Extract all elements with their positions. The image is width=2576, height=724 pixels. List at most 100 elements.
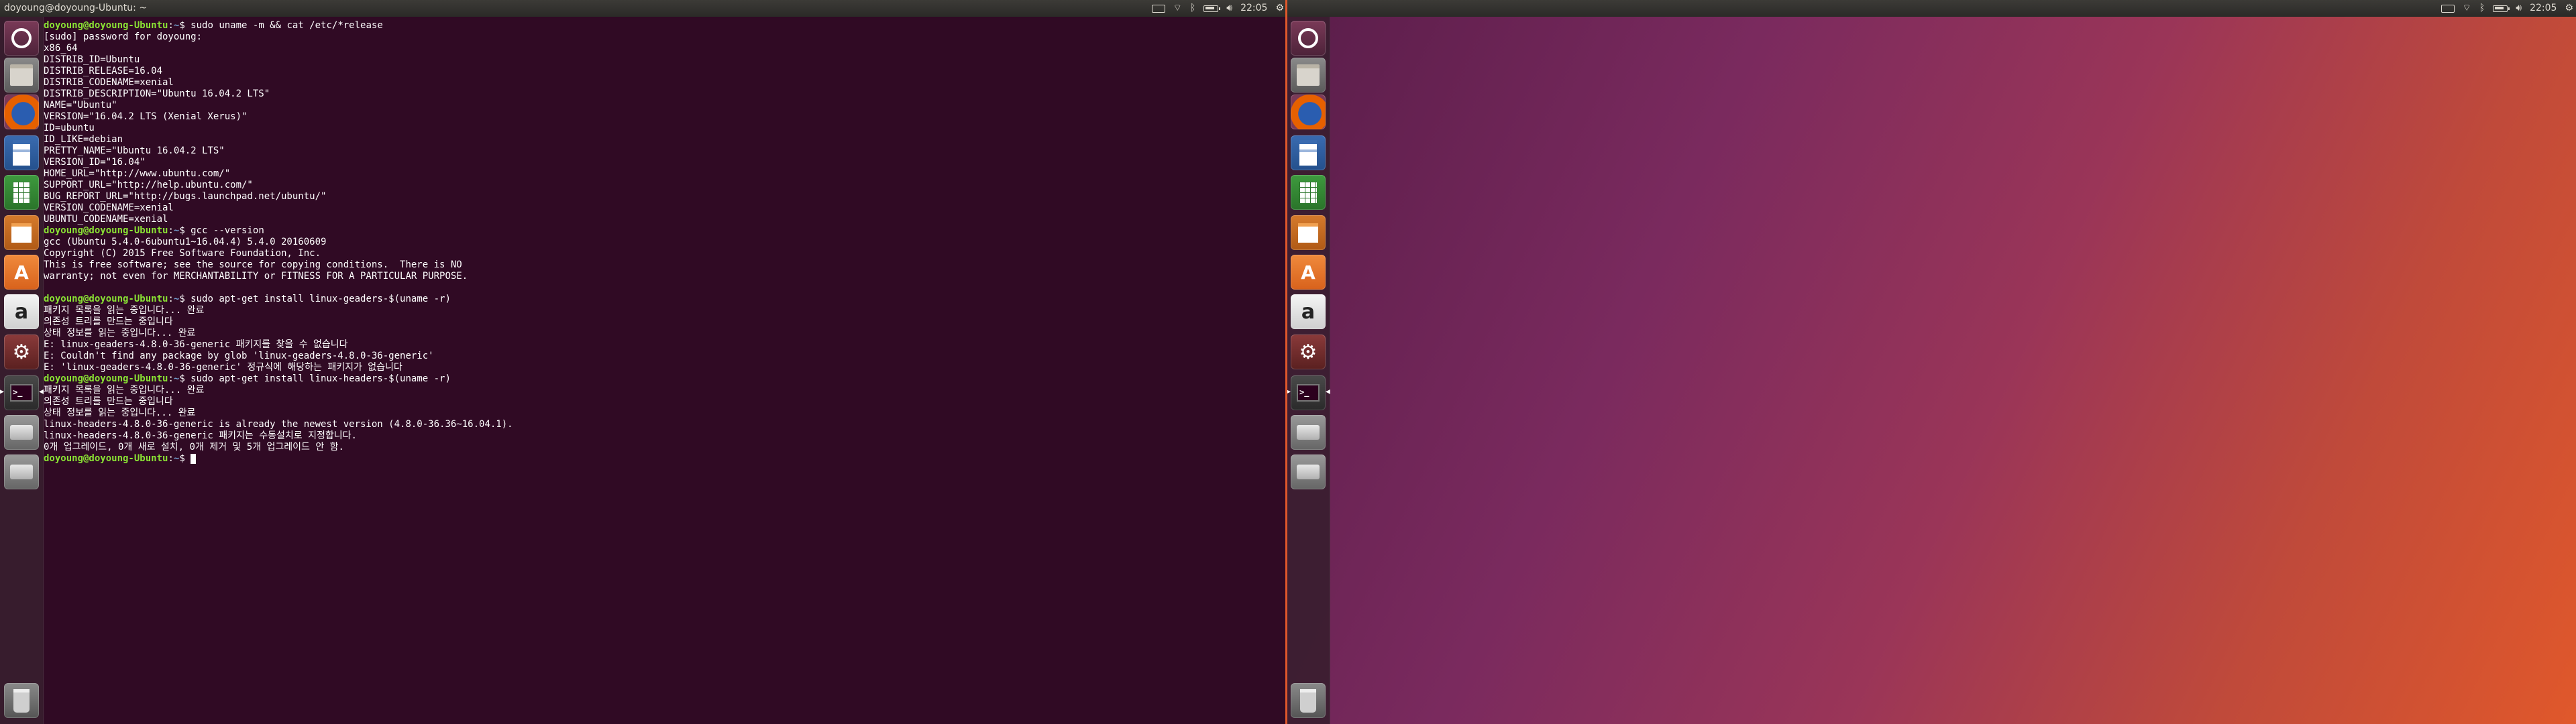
libreoffice-writer-icon[interactable]	[1291, 135, 1326, 170]
prompt-path: ~	[173, 294, 180, 304]
files-icon[interactable]	[1291, 58, 1326, 93]
terminal-output-line: [sudo] password for doyoung:	[44, 32, 203, 42]
bluetooth-icon[interactable]: ᛒ	[1190, 0, 1195, 17]
terminal-prompt-line: doyoung@doyoung-Ubuntu:~$ sudo apt-get i…	[44, 373, 451, 384]
left-monitor: doyoung@doyoung-Ubuntu: ~ ⌔ ᛒ 🔊︎ 22:05 ⚙…	[0, 0, 1287, 724]
terminal-output-line: DISTRIB_CODENAME=xenial	[44, 77, 174, 88]
terminal-output-line: warranty; not even for MERCHANTABILITY o…	[44, 271, 468, 282]
top-panel: ⌔ ᛒ 🔊︎ 22:05 ⚙	[1287, 0, 2576, 17]
prompt-user-host: doyoung@doyoung-Ubuntu	[44, 453, 168, 464]
gear-icon[interactable]: ⚙	[2565, 0, 2573, 17]
terminal-icon[interactable]: >_	[1287, 375, 1330, 410]
prompt-command: sudo apt-get install linux-headers-$(una…	[191, 373, 451, 384]
prompt-command: sudo uname -m && cat /etc/*release	[191, 20, 383, 31]
terminal-output-line: ID_LIKE=debian	[44, 134, 123, 145]
terminal-output-line: Copyright (C) 2015 Free Software Foundat…	[44, 248, 321, 259]
bluetooth-icon[interactable]: ᛒ	[2479, 0, 2485, 17]
terminal-output-line: VERSION_ID="16.04"	[44, 157, 146, 168]
trash-icon[interactable]	[4, 683, 39, 718]
system-settings-icon[interactable]: ⚙	[1291, 335, 1326, 369]
drive-icon[interactable]	[4, 455, 39, 489]
indicator-area: ⌔ ᛒ 🔊︎ 22:05 ⚙	[1151, 0, 1284, 17]
terminal-output-line: 0개 업그레이드, 0개 새로 설치, 0개 제거 및 5개 업그레이드 안 함…	[44, 442, 344, 452]
terminal-cursor	[191, 453, 197, 464]
terminal-output[interactable]: doyoung@doyoung-Ubuntu:~$ sudo uname -m …	[44, 17, 1287, 724]
libreoffice-calc-icon[interactable]	[1291, 175, 1326, 210]
window-title: doyoung@doyoung-Ubuntu: ~	[4, 3, 148, 13]
ubuntu-software-icon[interactable]: A	[1291, 255, 1326, 290]
ubuntu-software-icon[interactable]: A	[4, 255, 39, 290]
monitor-divider	[1285, 0, 1287, 724]
firefox-icon[interactable]	[1291, 95, 1326, 129]
terminal-output-line: PRETTY_NAME="Ubuntu 16.04.2 LTS"	[44, 145, 225, 156]
files-icon[interactable]	[4, 58, 39, 93]
terminal-output-line: HOME_URL="http://www.ubuntu.com/"	[44, 168, 231, 179]
prompt-path: ~	[173, 225, 180, 236]
terminal-output-line: linux-headers-4.8.0-36-generic 패키지는 수동설치…	[44, 430, 357, 441]
prompt-user-host: doyoung@doyoung-Ubuntu	[44, 373, 168, 384]
terminal-output-line: E: 'linux-geaders-4.8.0-36-generic' 정규식에…	[44, 362, 402, 373]
terminal-output-line: VERSION="16.04.2 LTS (Xenial Xerus)"	[44, 111, 248, 122]
clock[interactable]: 22:05	[1240, 0, 1267, 17]
libreoffice-impress-icon[interactable]	[1291, 215, 1326, 250]
libreoffice-impress-icon[interactable]	[4, 215, 39, 250]
drive-icon[interactable]	[1291, 455, 1326, 489]
launcher: A a ⚙ >_	[1287, 17, 1330, 724]
prompt-user-host: doyoung@doyoung-Ubuntu	[44, 225, 168, 236]
clock[interactable]: 22:05	[2530, 0, 2557, 17]
right-monitor: ⌔ ᛒ 🔊︎ 22:05 ⚙ A a ⚙ >_	[1287, 0, 2576, 724]
desktop-wallpaper[interactable]	[1287, 0, 2576, 724]
libreoffice-writer-icon[interactable]	[4, 135, 39, 170]
battery-icon[interactable]	[2493, 5, 2510, 12]
terminal-output-line: 패키지 목록을 읽는 중입니다... 완료	[44, 385, 205, 396]
launcher: A a ⚙ >_	[0, 17, 44, 724]
terminal-output-line: 패키지 목록을 읽는 중입니다... 완료	[44, 305, 205, 316]
terminal-output-line: VERSION_CODENAME=xenial	[44, 202, 174, 213]
terminal-output-line: ID=ubuntu	[44, 123, 95, 133]
wifi-icon[interactable]: ⌔	[1173, 0, 1182, 17]
firefox-icon[interactable]	[4, 95, 39, 129]
battery-icon[interactable]	[1203, 5, 1221, 12]
keyboard-icon[interactable]	[2440, 4, 2455, 13]
terminal-prompt-line: doyoung@doyoung-Ubuntu:~$ sudo uname -m …	[44, 20, 383, 31]
volume-icon[interactable]: 🔊︎	[1226, 0, 1232, 17]
keyboard-icon[interactable]	[1151, 4, 1165, 13]
prompt-command: gcc --version	[191, 225, 264, 236]
amazon-icon[interactable]: a	[4, 294, 39, 329]
terminal-output-line: x86_64	[44, 43, 78, 54]
terminal-output-line: 의존성 트리를 만드는 중입니다	[44, 316, 173, 327]
terminal-output-line: linux-headers-4.8.0-36-generic is alread…	[44, 419, 513, 430]
drive-icon[interactable]	[1291, 415, 1326, 450]
terminal-output-line: E: linux-geaders-4.8.0-36-generic 패키지를 찾…	[44, 339, 348, 350]
terminal-output-line: UBUNTU_CODENAME=xenial	[44, 214, 168, 225]
terminal-prompt-line: doyoung@doyoung-Ubuntu:~$	[44, 453, 1287, 465]
indicator-area: ⌔ ᛒ 🔊︎ 22:05 ⚙	[2440, 0, 2573, 17]
terminal-output-line: 상태 정보를 읽는 중입니다... 완료	[44, 408, 196, 418]
terminal-output-line: 의존성 트리를 만드는 중입니다	[44, 396, 173, 407]
terminal-output-line: BUG_REPORT_URL="http://bugs.launchpad.ne…	[44, 191, 327, 202]
wifi-icon[interactable]: ⌔	[2463, 0, 2471, 17]
gear-icon[interactable]: ⚙	[1275, 0, 1284, 17]
terminal-output-line: 상태 정보를 읽는 중입니다... 완료	[44, 328, 196, 339]
dash-icon[interactable]	[1291, 21, 1326, 56]
amazon-icon[interactable]: a	[1291, 294, 1326, 329]
terminal-output-line: DISTRIB_ID=Ubuntu	[44, 54, 140, 65]
top-panel: doyoung@doyoung-Ubuntu: ~ ⌔ ᛒ 🔊︎ 22:05 ⚙	[0, 0, 1287, 17]
terminal-prompt-line: doyoung@doyoung-Ubuntu:~$ sudo apt-get i…	[44, 294, 451, 304]
terminal-output-line: gcc (Ubuntu 5.4.0-6ubuntu1~16.04.4) 5.4.…	[44, 237, 327, 247]
terminal-output-line: NAME="Ubuntu"	[44, 100, 117, 111]
trash-icon[interactable]	[1291, 683, 1326, 718]
prompt-user-host: doyoung@doyoung-Ubuntu	[44, 294, 168, 304]
drive-icon[interactable]	[4, 415, 39, 450]
system-settings-icon[interactable]: ⚙	[4, 335, 39, 369]
terminal-prompt-line: doyoung@doyoung-Ubuntu:~$ gcc --version	[44, 225, 264, 236]
terminal-icon[interactable]: >_	[0, 375, 44, 410]
volume-icon[interactable]: 🔊︎	[2516, 0, 2522, 17]
libreoffice-calc-icon[interactable]	[4, 175, 39, 210]
dash-icon[interactable]	[4, 21, 39, 56]
prompt-command: sudo apt-get install linux-geaders-$(una…	[191, 294, 451, 304]
terminal-output-line: This is free software; see the source fo…	[44, 259, 462, 270]
terminal-output-line: E: Couldn't find any package by glob 'li…	[44, 351, 434, 361]
prompt-user-host: doyoung@doyoung-Ubuntu	[44, 20, 168, 31]
